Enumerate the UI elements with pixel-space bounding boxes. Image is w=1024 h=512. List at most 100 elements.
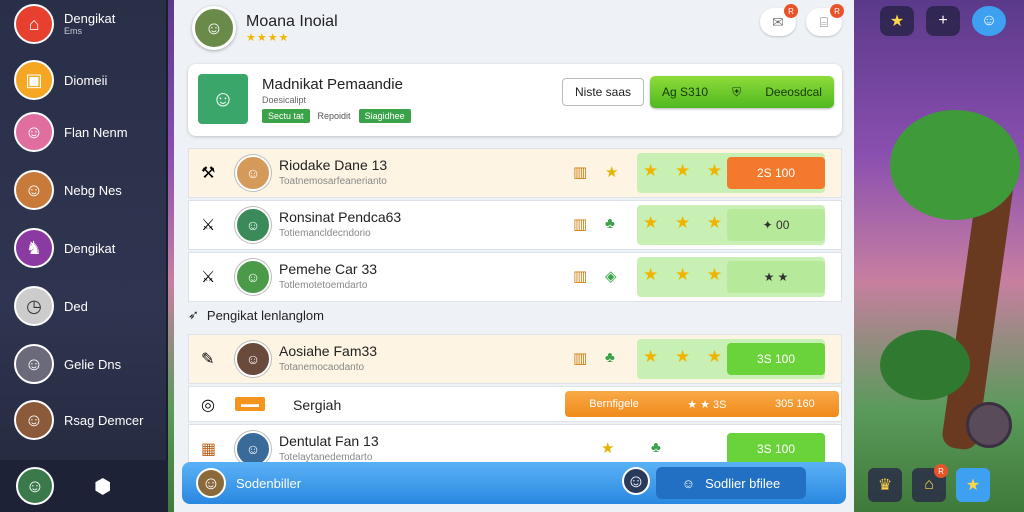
sidebar-item-dragon[interactable]: ♞ Dengikat <box>14 226 164 270</box>
player-avatar[interactable]: ☺ <box>192 6 236 50</box>
panel-header: ☺ Moana Inoial ★★★★ ✉ R ⌸ R <box>174 0 854 56</box>
sidebar-item-label: Dengikat <box>64 10 116 26</box>
avatar[interactable]: ☺ <box>196 468 226 498</box>
star-icon[interactable]: ★ <box>956 468 990 502</box>
character-icon: ☺ <box>14 400 54 440</box>
table-row[interactable]: ⚔ ☺ Pemehe Car 33 Totlemotetoemdarto ▥ ◈… <box>188 252 842 302</box>
avatar-icon[interactable]: ☺ <box>972 6 1006 36</box>
left-sidebar: ⌂ Dengikat Ems ▣ Diomeii ☺ Flan Nenm ☺ N… <box>0 0 168 512</box>
sword-icon: ⚔ <box>201 269 216 286</box>
clock-icon: ◷ <box>14 286 54 326</box>
page-title: Moana Inoial <box>246 12 338 30</box>
sidebar-item-character[interactable]: ☺ Gelie Dns <box>14 342 164 386</box>
trophy-icon[interactable]: ♛ <box>868 468 902 502</box>
sidebar-item-label: Diomeii <box>64 72 108 88</box>
row-name: Sergiah <box>293 397 342 413</box>
section-header: ➶ Pengikat lenlanglom <box>188 304 842 326</box>
sidebar-item-clock[interactable]: ◷ Ded <box>14 284 164 328</box>
leaf-icon: ♣ <box>605 349 615 366</box>
avatar-icon[interactable]: ☺ <box>16 467 54 505</box>
row-name: Dentulat Fan 13 <box>279 433 379 449</box>
profile-tag[interactable]: Siagidhee <box>358 109 411 123</box>
sidebar-item-character[interactable]: ☺ Flan Nenm <box>14 110 164 154</box>
bottom-action-bar: ☺ Sodenbiller ☺ ☺ Sodlier bfilee <box>182 462 846 504</box>
hammer-icon: ⚒ <box>201 165 216 182</box>
action-button[interactable]: ☺ Sodlier bfilee <box>656 467 806 499</box>
secondary-button[interactable]: Niste saas <box>562 78 644 106</box>
profile-card: ☺ Madnikat Pemaandie Doesicalipt Sectu t… <box>188 64 842 136</box>
sidebar-item-sub: Ems <box>64 26 82 37</box>
character-icon: ☺ <box>14 344 54 384</box>
sword-icon: ⚔ <box>201 217 216 234</box>
sidebar-item-character[interactable]: ☺ Rsag Demcer <box>14 398 164 442</box>
compass-icon: ◎ <box>201 397 215 414</box>
table-row[interactable]: ◎ ▬▬ Sergiah Bernfigele ★ ★ 3S 305 160 <box>188 386 842 422</box>
chest-icon: ▥ <box>573 268 588 285</box>
sidebar-item-scroll[interactable]: ▣ Diomeii <box>14 58 164 102</box>
home-icon: ⌂ <box>14 4 54 44</box>
scroll-icon: ▣ <box>14 60 54 100</box>
sidebar-item-label: Gelie Dns <box>64 356 122 372</box>
claim-button[interactable]: 3S 100 <box>727 433 825 465</box>
primary-button[interactable]: Ag S310 ⛨ Deeosdcal <box>650 76 834 108</box>
sidebar-bottom-bar: ☺ ⬢ <box>0 460 168 512</box>
sidebar-item-label: Ded <box>64 298 88 314</box>
map-icon[interactable]: ⌂ R <box>912 464 948 502</box>
table-row[interactable]: ⚒ ☺ Riodake Dane 13 Toatnemosarfeanerian… <box>188 148 842 198</box>
claim-button[interactable]: 2S 100 <box>727 157 825 189</box>
sidebar-item-label: Rsag Demcer <box>64 412 144 428</box>
bottom-bar-label: Sodenbiller <box>236 475 302 491</box>
row-subtitle: Totlemotetoemdarto <box>279 280 368 291</box>
row-subtitle: Toatnemosarfeanerianto <box>279 176 387 187</box>
reward-stars: ★ ★ ★ <box>643 161 729 180</box>
sidebar-item-label: Flan Nenm <box>64 124 128 140</box>
reward-bar[interactable]: Bernfigele ★ ★ 3S 305 160 <box>565 391 839 417</box>
cube-icon[interactable]: ⬢ <box>94 474 111 499</box>
profile-tag[interactable]: Sectu tat <box>262 109 310 123</box>
plus-icon[interactable]: + <box>926 6 960 36</box>
bush <box>880 330 970 400</box>
primary-button-left-label: Ag S310 <box>662 85 709 99</box>
reward-bar-value: 305 160 <box>774 398 815 410</box>
avatar-icon: ☺ <box>681 475 696 491</box>
gift-icon[interactable]: ✉ R <box>760 4 798 36</box>
reward-bar-label: Bernfigele <box>589 398 639 410</box>
brush-icon: ✎ <box>201 351 215 368</box>
profile-avatar[interactable]: ☺ <box>198 74 248 124</box>
table-row[interactable]: ⚔ ☺ Ronsinat Pendca63 Totiemancldecndori… <box>188 200 842 250</box>
row-name: Pemehe Car 33 <box>279 261 378 277</box>
chest-icon[interactable]: ⌸ R <box>806 4 844 36</box>
avatar: ☺ <box>235 207 271 243</box>
sidebar-item-character[interactable]: ☺ Nebg Nes <box>14 168 164 212</box>
avatar: ☺ <box>235 341 271 377</box>
claim-button[interactable]: 3S 100 <box>727 343 825 375</box>
section-title: Pengikat lenlanglom <box>206 307 324 323</box>
profile-tag[interactable]: Repoidit <box>318 111 351 121</box>
gem-icon: ◈ <box>605 268 617 285</box>
joystick-button[interactable] <box>966 402 1012 448</box>
claim-button[interactable]: ✦ 00 <box>727 209 825 241</box>
sidebar-item-label: Nebg Nes <box>64 182 122 198</box>
claim-button[interactable]: ★ ★ <box>727 261 825 293</box>
leaf-icon: ♣ <box>651 439 661 456</box>
palm-leaves <box>890 110 1020 220</box>
character-icon: ☺ <box>14 112 54 152</box>
star-icon[interactable]: ★ <box>880 6 914 36</box>
sidebar-item-label: Dengikat <box>64 240 116 256</box>
avatar[interactable]: ☺ <box>622 467 650 495</box>
star-icon: ★ <box>605 164 619 181</box>
main-panel: ☺ Moana Inoial ★★★★ ✉ R ⌸ R ☺ Madnikat Pem… <box>174 0 854 512</box>
table-row[interactable]: ✎ ☺ Aosiahe Fam33 Totanemocaodanto ▥ ♣ ★… <box>188 334 842 384</box>
row-name: Riodake Dane 13 <box>279 157 388 173</box>
reward-stars: ★ ★ ★ <box>643 213 729 232</box>
star-icon: ★ <box>601 440 615 457</box>
chest-icon: ▥ <box>573 216 588 233</box>
chest-icon: ▦ <box>201 441 217 458</box>
rating-stars: ★★★★ <box>246 31 290 44</box>
reward-stars: ★ ★ ★ <box>643 347 729 366</box>
reward-stars: ★ ★ ★ <box>643 265 729 284</box>
top-right-icons: ★ + ☺ <box>880 6 1006 36</box>
shield-icon: ⛨ <box>732 84 742 99</box>
sidebar-item-home[interactable]: ⌂ Dengikat Ems <box>14 2 164 46</box>
leaf-icon: ♣ <box>605 215 615 232</box>
